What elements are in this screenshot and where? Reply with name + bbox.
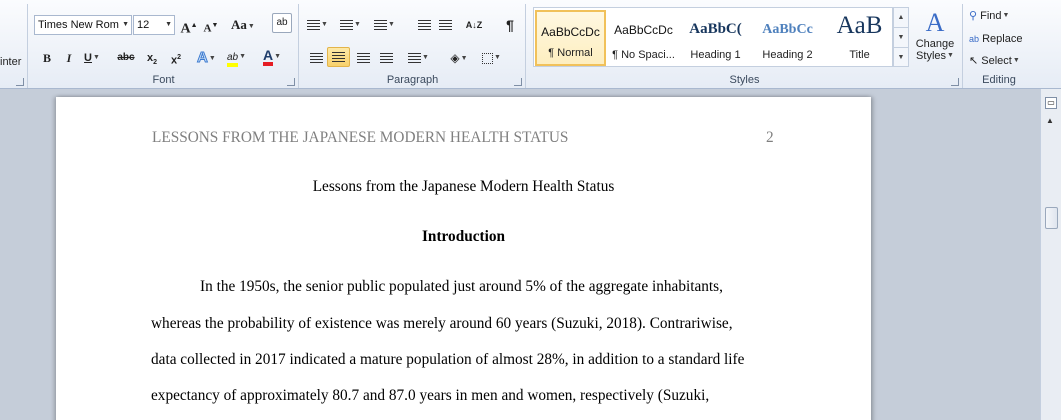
justify-button[interactable] bbox=[377, 48, 395, 68]
align-left-icon bbox=[309, 53, 323, 64]
style-title[interactable]: AaB Title bbox=[824, 10, 895, 66]
superscript-button[interactable]: x2 bbox=[167, 48, 185, 68]
change-styles-button[interactable]: A Change Styles▼ bbox=[912, 8, 958, 70]
font-color-button[interactable]: A▼ bbox=[263, 47, 281, 67]
justify-icon bbox=[379, 53, 393, 64]
grow-font-button[interactable]: A▲ bbox=[180, 15, 198, 37]
subscript-button[interactable]: x2 bbox=[143, 48, 161, 68]
borders-button[interactable]: ▼ bbox=[482, 48, 501, 68]
decrease-indent-icon bbox=[417, 20, 431, 31]
body-line-1[interactable]: In the 1950s, the senior public populate… bbox=[200, 278, 723, 296]
select-button[interactable]: ↖ Select▼ bbox=[969, 51, 1020, 71]
body-line-3[interactable]: data collected in 2017 indicated a matur… bbox=[151, 351, 744, 369]
increase-indent-button[interactable] bbox=[436, 15, 454, 35]
center-button[interactable] bbox=[327, 47, 350, 67]
multilevel-list-button[interactable]: ▼ bbox=[374, 15, 395, 35]
decrease-indent-button[interactable] bbox=[415, 15, 433, 35]
shrink-font-button[interactable]: A▼ bbox=[202, 15, 220, 35]
styles-gallery: AaBbCcDc ¶ Normal AaBbCcDc ¶ No Spaci...… bbox=[533, 7, 893, 67]
vertical-scrollbar[interactable]: ▭ ▲ bbox=[1040, 89, 1061, 420]
italic-button[interactable]: I bbox=[60, 48, 78, 68]
clear-formatting-icon[interactable]: ab bbox=[272, 13, 292, 33]
paragraph-group: ▼ ▼ ▼ A↓Z ¶ ▼ ◈▼ ▼ Paragraph bbox=[300, 4, 526, 88]
paint-bucket-icon: ◈ bbox=[450, 51, 460, 65]
font-group-label: Font bbox=[152, 74, 175, 86]
scroll-up-icon[interactable]: ▲ bbox=[1046, 116, 1054, 125]
shading-button[interactable]: ◈▼ bbox=[450, 48, 468, 68]
clipboard-group: inter bbox=[0, 4, 28, 88]
style-heading-2[interactable]: AaBbCc Heading 2 bbox=[752, 10, 823, 66]
document-title[interactable]: Lessons from the Japanese Modern Health … bbox=[56, 178, 871, 196]
gallery-down-icon[interactable]: ▼ bbox=[894, 28, 908, 48]
font-dialog-launcher[interactable] bbox=[287, 78, 295, 86]
styles-gallery-scroller[interactable]: ▲ ▼ ▼ bbox=[893, 7, 909, 67]
body-line-4[interactable]: expectancy of approximately 80.7 and 87.… bbox=[151, 387, 709, 405]
section-heading[interactable]: Introduction bbox=[56, 228, 871, 246]
font-name-select[interactable]: Times New Rom ▼ bbox=[34, 15, 132, 35]
editing-group: ⚲ Find▼ ab Replace ↖ Select▼ Editing bbox=[964, 4, 1034, 88]
align-left-button[interactable] bbox=[307, 48, 325, 68]
style-heading-1[interactable]: AaBbC( Heading 1 bbox=[680, 10, 751, 66]
ruler-toggle-icon[interactable]: ▭ bbox=[1045, 97, 1057, 109]
change-case-button[interactable]: Aa▼ bbox=[231, 15, 255, 35]
replace-icon: ab bbox=[969, 34, 980, 44]
styles-dialog-launcher[interactable] bbox=[951, 78, 959, 86]
show-formatting-button[interactable]: ¶ bbox=[501, 15, 519, 35]
editing-group-label: Editing bbox=[982, 74, 1016, 86]
bold-button[interactable]: B bbox=[38, 48, 56, 68]
style-no-spacing[interactable]: AaBbCcDc ¶ No Spaci... bbox=[608, 10, 679, 66]
gallery-up-icon[interactable]: ▲ bbox=[894, 8, 908, 28]
line-spacing-icon bbox=[408, 53, 421, 64]
cursor-icon: ↖ bbox=[969, 55, 979, 67]
bullets-button[interactable]: ▼ bbox=[307, 15, 328, 35]
strikethrough-button[interactable]: abc bbox=[117, 48, 135, 68]
find-button[interactable]: ⚲ Find▼ bbox=[969, 6, 1009, 26]
style-normal[interactable]: AaBbCcDc ¶ Normal bbox=[535, 10, 606, 66]
binoculars-icon: ⚲ bbox=[969, 10, 978, 22]
highlight-button[interactable]: ab▼ bbox=[227, 47, 246, 67]
align-center-icon bbox=[332, 52, 345, 63]
format-painter-label[interactable]: inter bbox=[0, 56, 21, 68]
align-right-button[interactable] bbox=[354, 48, 372, 68]
font-group: Times New Rom ▼ 12 ▼ A▲ A▼ Aa▼ ab B I U▼ a… bbox=[29, 4, 299, 88]
sort-button[interactable]: A↓Z bbox=[465, 15, 483, 35]
paragraph-dialog-launcher[interactable] bbox=[514, 78, 522, 86]
ribbon: inter Times New Rom ▼ 12 ▼ A▲ A▼ Aa▼ ab B … bbox=[0, 0, 1061, 89]
change-styles-icon: A bbox=[925, 8, 945, 37]
multilevel-list-icon bbox=[374, 20, 387, 31]
align-right-icon bbox=[356, 53, 370, 64]
font-size-select[interactable]: 12 ▼ bbox=[133, 15, 175, 35]
line-spacing-button[interactable]: ▼ bbox=[408, 48, 429, 68]
text-effects-button[interactable]: A▼ bbox=[197, 48, 216, 68]
scroll-thumb[interactable] bbox=[1045, 207, 1058, 229]
paragraph-group-label: Paragraph bbox=[386, 74, 439, 86]
styles-group-label: Styles bbox=[729, 74, 760, 86]
page-number[interactable]: 2 bbox=[766, 129, 774, 147]
border-icon bbox=[482, 52, 493, 64]
numbering-button[interactable]: ▼ bbox=[340, 15, 361, 35]
bullets-icon bbox=[307, 20, 320, 31]
body-line-2[interactable]: whereas the probability of existence was… bbox=[151, 315, 733, 333]
underline-button[interactable]: U▼ bbox=[83, 48, 101, 68]
increase-indent-icon bbox=[438, 20, 452, 31]
gallery-more-icon[interactable]: ▼ bbox=[894, 48, 908, 68]
document-page[interactable]: LESSONS FROM THE JAPANESE MODERN HEALTH … bbox=[56, 97, 871, 420]
running-head[interactable]: LESSONS FROM THE JAPANESE MODERN HEALTH … bbox=[152, 129, 568, 147]
clipboard-dialog-launcher[interactable] bbox=[16, 78, 24, 86]
numbering-icon bbox=[340, 20, 353, 31]
replace-button[interactable]: ab Replace bbox=[969, 29, 1022, 49]
